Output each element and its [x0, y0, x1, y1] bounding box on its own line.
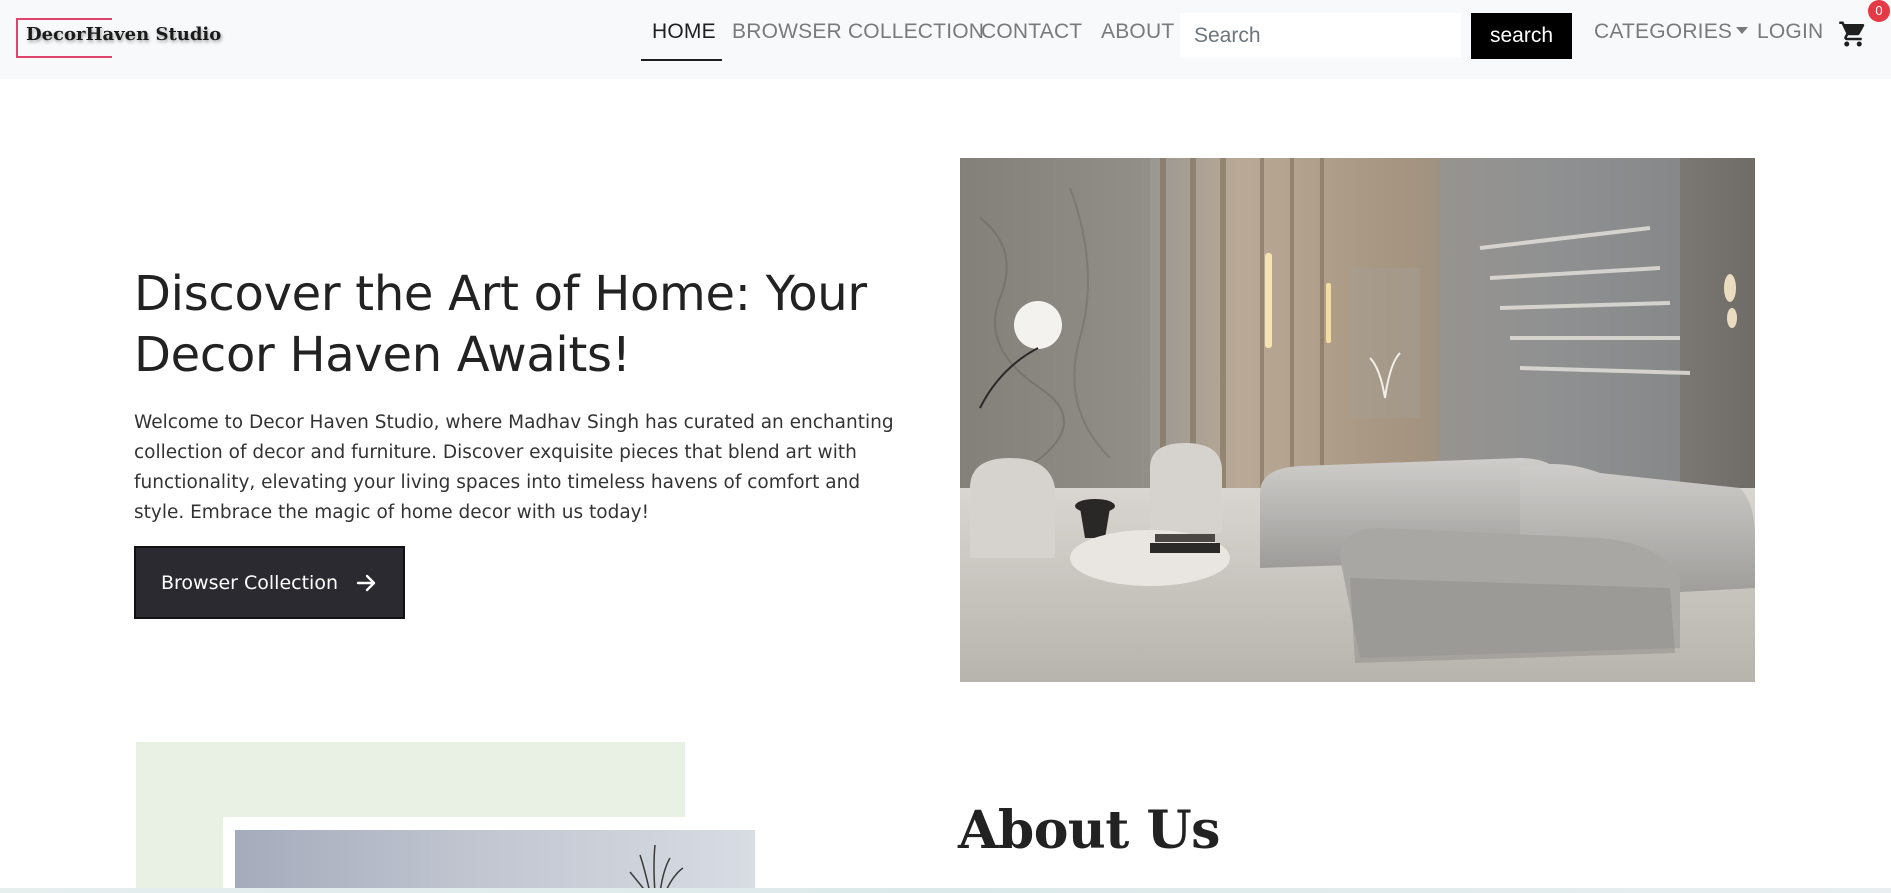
browser-collection-label: Browser Collection — [160, 571, 338, 594]
search-button[interactable]: search — [1471, 13, 1572, 59]
arrow-right-icon — [356, 574, 376, 591]
nav-contact[interactable]: CONTACT — [981, 20, 1082, 44]
nav-categories-dropdown[interactable]: CATEGORIES — [1594, 20, 1749, 44]
brand-logo[interactable]: DecorHaven Studio — [26, 24, 221, 45]
hero-living-room-image — [960, 158, 1755, 682]
hero-title: Discover the Art of Home: Your Decor Hav… — [134, 266, 867, 383]
hero-description: Welcome to Decor Haven Studio, where Mad… — [134, 412, 894, 523]
categories-label: CATEGORIES — [1594, 20, 1733, 43]
navbar: DecorHaven Studio HOME BROWSER COLLECTIO… — [0, 0, 1891, 79]
caret-down-icon — [1736, 26, 1749, 34]
browser-collection-button[interactable]: Browser Collection — [134, 546, 405, 619]
bottom-strip — [0, 888, 1891, 893]
search-input[interactable] — [1180, 13, 1461, 58]
nav-home[interactable]: HOME — [652, 20, 716, 44]
nav-active-indicator — [641, 59, 722, 61]
nav-about[interactable]: ABOUT — [1101, 20, 1174, 44]
nav-browser-collection[interactable]: BROWSER COLLECTION — [732, 20, 984, 44]
nav-login[interactable]: LOGIN — [1757, 20, 1823, 44]
about-image — [235, 830, 755, 893]
about-title: About Us — [958, 800, 1220, 861]
cart-icon[interactable] — [1838, 19, 1868, 49]
cart-count-badge: 0 — [1868, 0, 1890, 22]
